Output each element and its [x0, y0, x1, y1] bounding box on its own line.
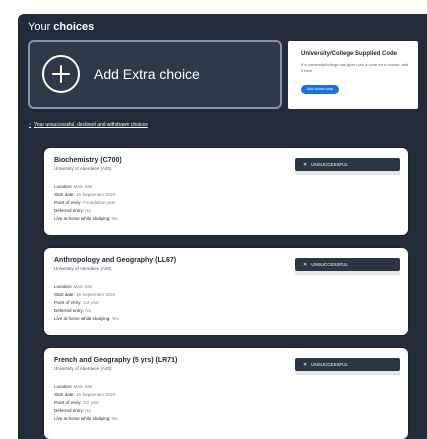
university-name: University of Aberdeen (A20) — [54, 366, 112, 371]
status-badge: ✕ UNSUCCESSFUL — [295, 358, 400, 375]
point-of-entry-row: Point of entry: 1st year — [54, 300, 100, 305]
university-name: University of Aberdeen (A20) — [54, 166, 112, 171]
status-badge: ✕ UNSUCCESSFUL — [295, 258, 400, 275]
choice-details: Location: Main Site Start date: 15 Septe… — [54, 183, 118, 223]
add-extra-choice-button[interactable]: Add Extra choice — [28, 40, 282, 109]
close-icon: ✕ — [303, 162, 308, 168]
deferred-entry-row: Deferred entry: No — [54, 308, 92, 313]
choices-panel: Your choices Add Extra choice University… — [18, 14, 427, 439]
chevron-right-icon: › — [29, 122, 31, 128]
deferred-entry-row: Deferred entry: No — [54, 408, 92, 413]
point-of-entry-row: Point of entry: 1st year — [54, 400, 100, 405]
choice-details: Location: Main Site Start date: 15 Septe… — [54, 383, 118, 423]
page-title: Your choices — [28, 21, 95, 33]
start-date-row: Start date: 15 September 2024 — [54, 392, 116, 397]
choice-card: Anthropology and Geography (LL67) Univer… — [44, 248, 408, 335]
course-title: French and Geography (5 yrs) (LR71) — [54, 357, 178, 364]
choice-card: French and Geography (5 yrs) (LR71) Univ… — [44, 348, 408, 439]
close-icon: ✕ — [303, 262, 308, 268]
university-name: University of Aberdeen (A20) — [54, 266, 112, 271]
choice-card: Biochemistry (C700) University of Aberde… — [44, 148, 408, 235]
status-badge: ✕ UNSUCCESSFUL — [295, 158, 400, 175]
live-at-home-row: Live at home while studying: No — [54, 416, 118, 421]
add-extra-choice-label: Add Extra choice — [94, 66, 200, 82]
course-title: Anthropology and Geography (LL67) — [54, 257, 177, 264]
location-row: Location: Main Site — [54, 184, 93, 189]
course-title: Biochemistry (C700) — [54, 157, 122, 164]
location-row: Location: Main Site — [54, 384, 93, 389]
start-date-row: Start date: 15 September 2024 — [54, 192, 116, 197]
live-at-home-row: Live at home while studying: Yes — [54, 316, 120, 321]
supplied-code-description: If a university/college has given you a … — [301, 62, 409, 73]
start-date-row: Start date: 15 September 2024 — [54, 292, 116, 297]
close-icon: ✕ — [303, 362, 308, 368]
unsuccessful-choices-link[interactable]: › Your unsuccessful, declined and withdra… — [29, 122, 148, 128]
supplied-code-title: University/College Supplied Code — [301, 51, 398, 57]
live-at-home-row: Live at home while studying: No — [54, 216, 118, 221]
location-row: Location: Main Site — [54, 284, 93, 289]
supplied-code-card: University/College Supplied Code If a un… — [288, 41, 418, 109]
choice-details: Location: Main Site Start date: 15 Septe… — [54, 283, 119, 323]
point-of-entry-row: Point of entry: Foundation year — [54, 200, 116, 205]
add-course-code-button[interactable]: Add course code — [301, 85, 339, 94]
deferred-entry-row: Deferred entry: No — [54, 208, 92, 213]
plus-icon — [42, 55, 80, 93]
